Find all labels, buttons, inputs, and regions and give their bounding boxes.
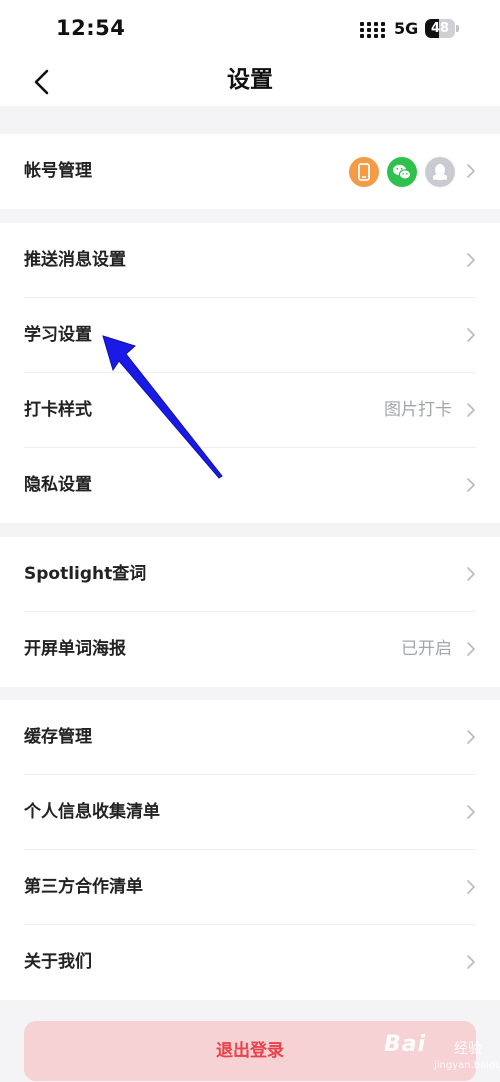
wechat-icon	[387, 157, 417, 187]
status-bar: 12:54 5G 48	[0, 0, 500, 60]
row-label: 帐号管理	[24, 161, 92, 181]
network-type: 5G	[394, 19, 419, 38]
settings-row-push-notifications[interactable]: 推送消息设置	[0, 223, 500, 298]
qq-icon	[425, 157, 455, 187]
row-label: 关于我们	[24, 952, 92, 972]
row-label: 推送消息设置	[24, 250, 126, 270]
settings-row-cache[interactable]: 缓存管理	[0, 700, 500, 775]
chevron-right-icon	[467, 642, 475, 656]
settings-row-third-party-list[interactable]: 第三方合作清单	[0, 850, 500, 925]
chevron-right-icon	[467, 805, 475, 819]
phone-icon	[349, 157, 379, 187]
battery-cap	[456, 25, 459, 32]
account-group: 帐号管理	[0, 134, 500, 209]
chevron-right-icon	[467, 567, 475, 581]
settings-row-account[interactable]: 帐号管理	[0, 134, 500, 209]
chevron-right-icon	[467, 730, 475, 744]
settings-row-splash-word-poster[interactable]: 开屏单词海报 已开启	[0, 612, 500, 687]
chevron-right-icon	[467, 328, 475, 342]
status-time: 12:54	[56, 16, 126, 40]
info-group: 缓存管理 个人信息收集清单 第三方合作清单 关于我们	[0, 700, 500, 1000]
chevron-right-icon	[467, 880, 475, 894]
logout-area: 退出登录	[24, 1021, 476, 1081]
chevron-right-icon	[467, 478, 475, 492]
row-label: 缓存管理	[24, 727, 92, 747]
settings-screen: 12:54 5G 48 设置 帐号管理 推送消息设置 学习设置 打卡样式 图片打…	[0, 0, 500, 1082]
chevron-right-icon	[467, 403, 475, 417]
settings-row-privacy[interactable]: 隐私设置	[0, 448, 500, 523]
row-label: 隐私设置	[24, 475, 92, 495]
page-title: 设置	[227, 67, 273, 93]
navigation-bar: 设置	[0, 56, 500, 106]
row-label: 第三方合作清单	[24, 877, 143, 897]
row-label: 打卡样式	[24, 400, 92, 420]
settings-row-checkin-style[interactable]: 打卡样式 图片打卡	[0, 373, 500, 448]
row-label: 学习设置	[24, 325, 92, 345]
chevron-right-icon	[467, 253, 475, 267]
chevron-right-icon	[467, 955, 475, 969]
general-settings-group: 推送消息设置 学习设置 打卡样式 图片打卡 隐私设置	[0, 223, 500, 523]
settings-row-study[interactable]: 学习设置	[0, 298, 500, 373]
row-label: 开屏单词海报	[24, 639, 126, 659]
battery-icon: 48	[425, 19, 455, 38]
row-value: 已开启	[401, 639, 452, 659]
feature-settings-group: Spotlight查词 开屏单词海报 已开启	[0, 537, 500, 687]
settings-row-personal-info-list[interactable]: 个人信息收集清单	[0, 775, 500, 850]
settings-row-spotlight-lookup[interactable]: Spotlight查词	[0, 537, 500, 612]
header: 12:54 5G 48 设置	[0, 0, 500, 106]
row-label: 个人信息收集清单	[24, 802, 160, 822]
signal-icon	[360, 22, 386, 38]
row-label: Spotlight查词	[24, 564, 147, 584]
battery-level: 48	[430, 21, 450, 36]
row-value: 图片打卡	[384, 400, 452, 420]
settings-row-about-us[interactable]: 关于我们	[0, 925, 500, 1000]
logout-button[interactable]: 退出登录	[24, 1021, 476, 1081]
chevron-right-icon	[467, 164, 475, 178]
